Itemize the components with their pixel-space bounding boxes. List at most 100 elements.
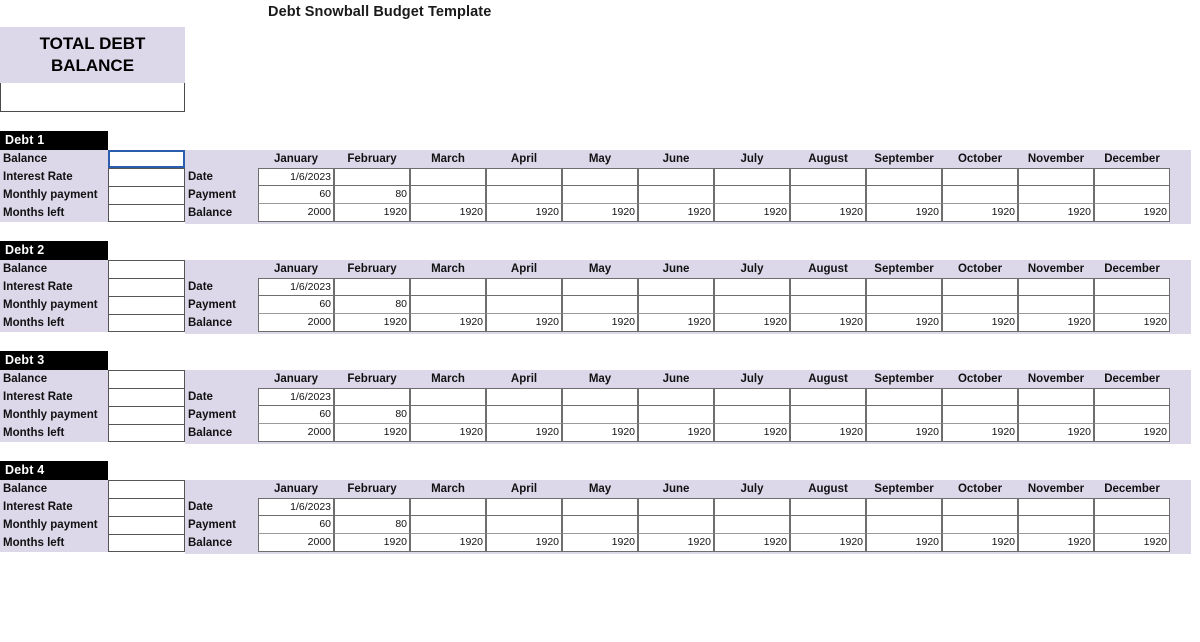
grid-cell-payment[interactable]: 60 — [258, 406, 334, 424]
debt-balance-input[interactable] — [108, 480, 185, 498]
grid-cell-balance[interactable]: 1920 — [790, 534, 866, 552]
debt-months-left-input[interactable] — [108, 314, 185, 332]
grid-cell-payment[interactable] — [638, 296, 714, 314]
grid-cell-date[interactable] — [866, 168, 942, 186]
grid-cell-date[interactable] — [486, 388, 562, 406]
grid-cell-date[interactable] — [714, 278, 790, 296]
grid-cell-payment[interactable]: 80 — [334, 186, 410, 204]
grid-cell-balance[interactable]: 1920 — [638, 534, 714, 552]
grid-cell-balance[interactable]: 1920 — [562, 424, 638, 442]
grid-cell-balance[interactable]: 1920 — [334, 534, 410, 552]
grid-cell-balance[interactable]: 1920 — [790, 314, 866, 332]
grid-cell-date[interactable] — [638, 278, 714, 296]
grid-cell-date[interactable] — [1018, 278, 1094, 296]
grid-cell-date[interactable] — [790, 278, 866, 296]
grid-cell-balance[interactable]: 1920 — [486, 424, 562, 442]
grid-cell-balance[interactable]: 1920 — [790, 424, 866, 442]
grid-cell-date[interactable] — [410, 278, 486, 296]
grid-cell-date[interactable]: 1/6/2023 — [258, 278, 334, 296]
grid-cell-payment[interactable] — [638, 406, 714, 424]
grid-cell-balance[interactable]: 1920 — [562, 534, 638, 552]
grid-cell-payment[interactable] — [1018, 406, 1094, 424]
grid-cell-payment[interactable] — [942, 406, 1018, 424]
grid-cell-date[interactable] — [486, 168, 562, 186]
grid-cell-date[interactable] — [334, 278, 410, 296]
grid-cell-payment[interactable] — [486, 516, 562, 534]
grid-cell-payment[interactable] — [410, 406, 486, 424]
grid-cell-payment[interactable] — [790, 186, 866, 204]
grid-cell-payment[interactable] — [1018, 516, 1094, 534]
grid-cell-date[interactable] — [1018, 388, 1094, 406]
grid-cell-balance[interactable]: 1920 — [1094, 204, 1170, 222]
grid-cell-payment[interactable] — [866, 406, 942, 424]
grid-cell-payment[interactable] — [714, 406, 790, 424]
grid-cell-payment[interactable] — [1094, 186, 1170, 204]
grid-cell-date[interactable]: 1/6/2023 — [258, 388, 334, 406]
grid-cell-balance[interactable]: 1920 — [866, 314, 942, 332]
debt-monthly-payment-input[interactable] — [108, 516, 185, 534]
grid-cell-balance[interactable]: 1920 — [942, 204, 1018, 222]
grid-cell-payment[interactable] — [410, 296, 486, 314]
grid-cell-date[interactable] — [562, 168, 638, 186]
debt-interest-rate-input[interactable] — [108, 168, 185, 186]
grid-cell-balance[interactable]: 2000 — [258, 534, 334, 552]
grid-cell-date[interactable] — [562, 388, 638, 406]
grid-cell-payment[interactable] — [1094, 516, 1170, 534]
grid-cell-payment[interactable] — [790, 516, 866, 534]
grid-cell-payment[interactable] — [714, 296, 790, 314]
grid-cell-payment[interactable] — [1094, 296, 1170, 314]
grid-cell-balance[interactable]: 1920 — [1018, 534, 1094, 552]
debt-interest-rate-input[interactable] — [108, 278, 185, 296]
debt-interest-rate-input[interactable] — [108, 498, 185, 516]
grid-cell-payment[interactable] — [942, 296, 1018, 314]
grid-cell-date[interactable] — [1094, 388, 1170, 406]
grid-cell-balance[interactable]: 2000 — [258, 204, 334, 222]
grid-cell-date[interactable] — [334, 388, 410, 406]
grid-cell-balance[interactable]: 1920 — [942, 534, 1018, 552]
grid-cell-payment[interactable] — [714, 186, 790, 204]
grid-cell-payment[interactable] — [562, 516, 638, 534]
debt-balance-input[interactable] — [108, 260, 185, 278]
grid-cell-date[interactable] — [714, 168, 790, 186]
grid-cell-balance[interactable]: 1920 — [486, 534, 562, 552]
grid-cell-date[interactable] — [562, 498, 638, 516]
grid-cell-date[interactable] — [942, 498, 1018, 516]
grid-cell-date[interactable] — [866, 498, 942, 516]
grid-cell-date[interactable] — [942, 168, 1018, 186]
grid-cell-balance[interactable]: 1920 — [638, 204, 714, 222]
grid-cell-payment[interactable] — [866, 186, 942, 204]
grid-cell-date[interactable] — [334, 498, 410, 516]
grid-cell-balance[interactable]: 1920 — [562, 204, 638, 222]
grid-cell-date[interactable] — [714, 498, 790, 516]
debt-monthly-payment-input[interactable] — [108, 296, 185, 314]
grid-cell-date[interactable] — [638, 498, 714, 516]
grid-cell-date[interactable] — [638, 168, 714, 186]
grid-cell-balance[interactable]: 1920 — [714, 204, 790, 222]
grid-cell-balance[interactable]: 1920 — [714, 314, 790, 332]
grid-cell-date[interactable] — [866, 278, 942, 296]
grid-cell-payment[interactable]: 80 — [334, 406, 410, 424]
grid-cell-payment[interactable] — [486, 296, 562, 314]
grid-cell-payment[interactable] — [1018, 296, 1094, 314]
grid-cell-payment[interactable] — [638, 516, 714, 534]
grid-cell-balance[interactable]: 1920 — [714, 534, 790, 552]
grid-cell-date[interactable] — [410, 168, 486, 186]
grid-cell-date[interactable] — [790, 388, 866, 406]
grid-cell-date[interactable] — [866, 388, 942, 406]
grid-cell-payment[interactable] — [714, 516, 790, 534]
grid-cell-date[interactable] — [638, 388, 714, 406]
grid-cell-date[interactable] — [562, 278, 638, 296]
debt-interest-rate-input[interactable] — [108, 388, 185, 406]
grid-cell-balance[interactable]: 1920 — [1018, 314, 1094, 332]
grid-cell-payment[interactable]: 80 — [334, 296, 410, 314]
grid-cell-balance[interactable]: 1920 — [714, 424, 790, 442]
grid-cell-payment[interactable] — [562, 186, 638, 204]
grid-cell-payment[interactable] — [638, 186, 714, 204]
grid-cell-balance[interactable]: 1920 — [334, 424, 410, 442]
grid-cell-payment[interactable] — [562, 296, 638, 314]
grid-cell-date[interactable]: 1/6/2023 — [258, 498, 334, 516]
grid-cell-payment[interactable] — [866, 516, 942, 534]
grid-cell-balance[interactable]: 1920 — [410, 424, 486, 442]
grid-cell-payment[interactable]: 60 — [258, 186, 334, 204]
grid-cell-payment[interactable] — [866, 296, 942, 314]
